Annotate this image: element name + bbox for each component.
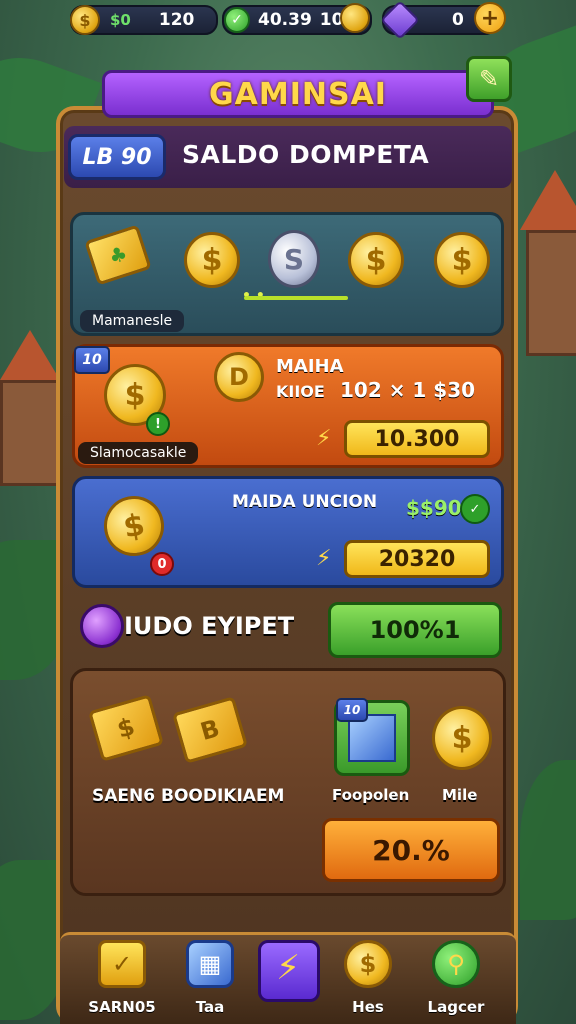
- bolt-icon: ⚡: [316, 546, 332, 571]
- gem-value: 40.39: [258, 10, 312, 30]
- magnifier-icon: ⚲: [432, 940, 480, 988]
- gold-coin-icon: $: [184, 232, 240, 288]
- offer-label: Slamocasakle: [78, 442, 199, 464]
- offer-badge: 10: [74, 346, 110, 374]
- level-badge: LB 90: [68, 134, 166, 180]
- offer-title: MAIHA: [276, 356, 344, 377]
- purple-count: 0: [452, 10, 464, 30]
- progress-line: [244, 296, 348, 300]
- nav-label: Hes: [352, 998, 384, 1016]
- cube-icon: ▦: [186, 940, 234, 988]
- title-banner: GAMINSAI: [102, 70, 494, 118]
- gold-coin-icon: $: [434, 232, 490, 288]
- add-currency-button[interactable]: +: [474, 2, 506, 34]
- check-icon: ✓: [460, 494, 490, 524]
- nav-item-4[interactable]: ⚲ Lagcer: [418, 936, 494, 1020]
- gold-coin-icon: $: [348, 232, 404, 288]
- wallet-subtitle: SALDO DOMPETA: [182, 140, 430, 169]
- brush-icon: ✎: [478, 65, 500, 93]
- crate-badge: 10: [336, 698, 368, 722]
- coin-icon: D: [214, 352, 264, 402]
- offer-sub-left: KIIOE: [276, 382, 325, 401]
- discount-button[interactable]: 20.%: [322, 818, 500, 882]
- bolt-icon: ⚡: [276, 948, 300, 988]
- coin-icon: $: [70, 5, 100, 35]
- currency-bar: $ $0 120 ✓ 40.39 10 0 +: [0, 0, 576, 40]
- shop-label-right: Mile: [442, 786, 478, 804]
- coin-icon: $: [344, 940, 392, 988]
- nav-label: Lagcer: [427, 998, 485, 1016]
- check-icon: ✓: [98, 940, 146, 988]
- shop-label-left: SAEN6 BOODIKIAEM: [92, 786, 285, 806]
- percent-button[interactable]: 100%1: [328, 602, 502, 658]
- page-title: GAMINSAI: [209, 76, 387, 112]
- bolt-icon: ⚡: [316, 426, 332, 451]
- info-dot-icon: !: [146, 412, 170, 436]
- offer-value-field[interactable]: 10.300: [344, 420, 490, 458]
- offer-title-blue: MAIDA UNCION: [232, 492, 378, 512]
- silver-coin-icon: S: [268, 230, 320, 288]
- nav-item-1[interactable]: ▦ Taa: [172, 936, 248, 1020]
- card-label: Mamanesle: [80, 310, 185, 332]
- coin-count: 120: [158, 10, 195, 30]
- offer-price-blue: $$90: [406, 496, 462, 520]
- nav-item-2[interactable]: ⚡: [250, 936, 326, 1020]
- nav-item-3[interactable]: $ Hes: [330, 936, 406, 1020]
- offer-sub-right: 102 × 1 $30: [340, 378, 476, 402]
- nav-label: Taa: [195, 998, 225, 1016]
- section-title: IUDO EYIPET: [124, 612, 295, 640]
- coin-value: $0: [110, 11, 131, 29]
- edit-button[interactable]: ✎: [466, 56, 512, 102]
- nav-item-0[interactable]: ✓ SARN05: [84, 936, 160, 1020]
- coin-balance: $ $0 120: [70, 5, 218, 35]
- nav-label: SARN05: [88, 998, 156, 1016]
- add-gem-coin-icon[interactable]: [340, 3, 370, 33]
- purple-gem-icon: [380, 0, 420, 40]
- offer-value-field-blue[interactable]: 20320: [344, 540, 490, 578]
- coin-item-icon[interactable]: $: [432, 706, 492, 770]
- shop-label-mid: Foopolen: [332, 786, 410, 804]
- green-gem-icon: ✓: [224, 7, 250, 33]
- alert-dot-icon: 0: [150, 552, 174, 576]
- purple-orb-icon: [80, 604, 124, 648]
